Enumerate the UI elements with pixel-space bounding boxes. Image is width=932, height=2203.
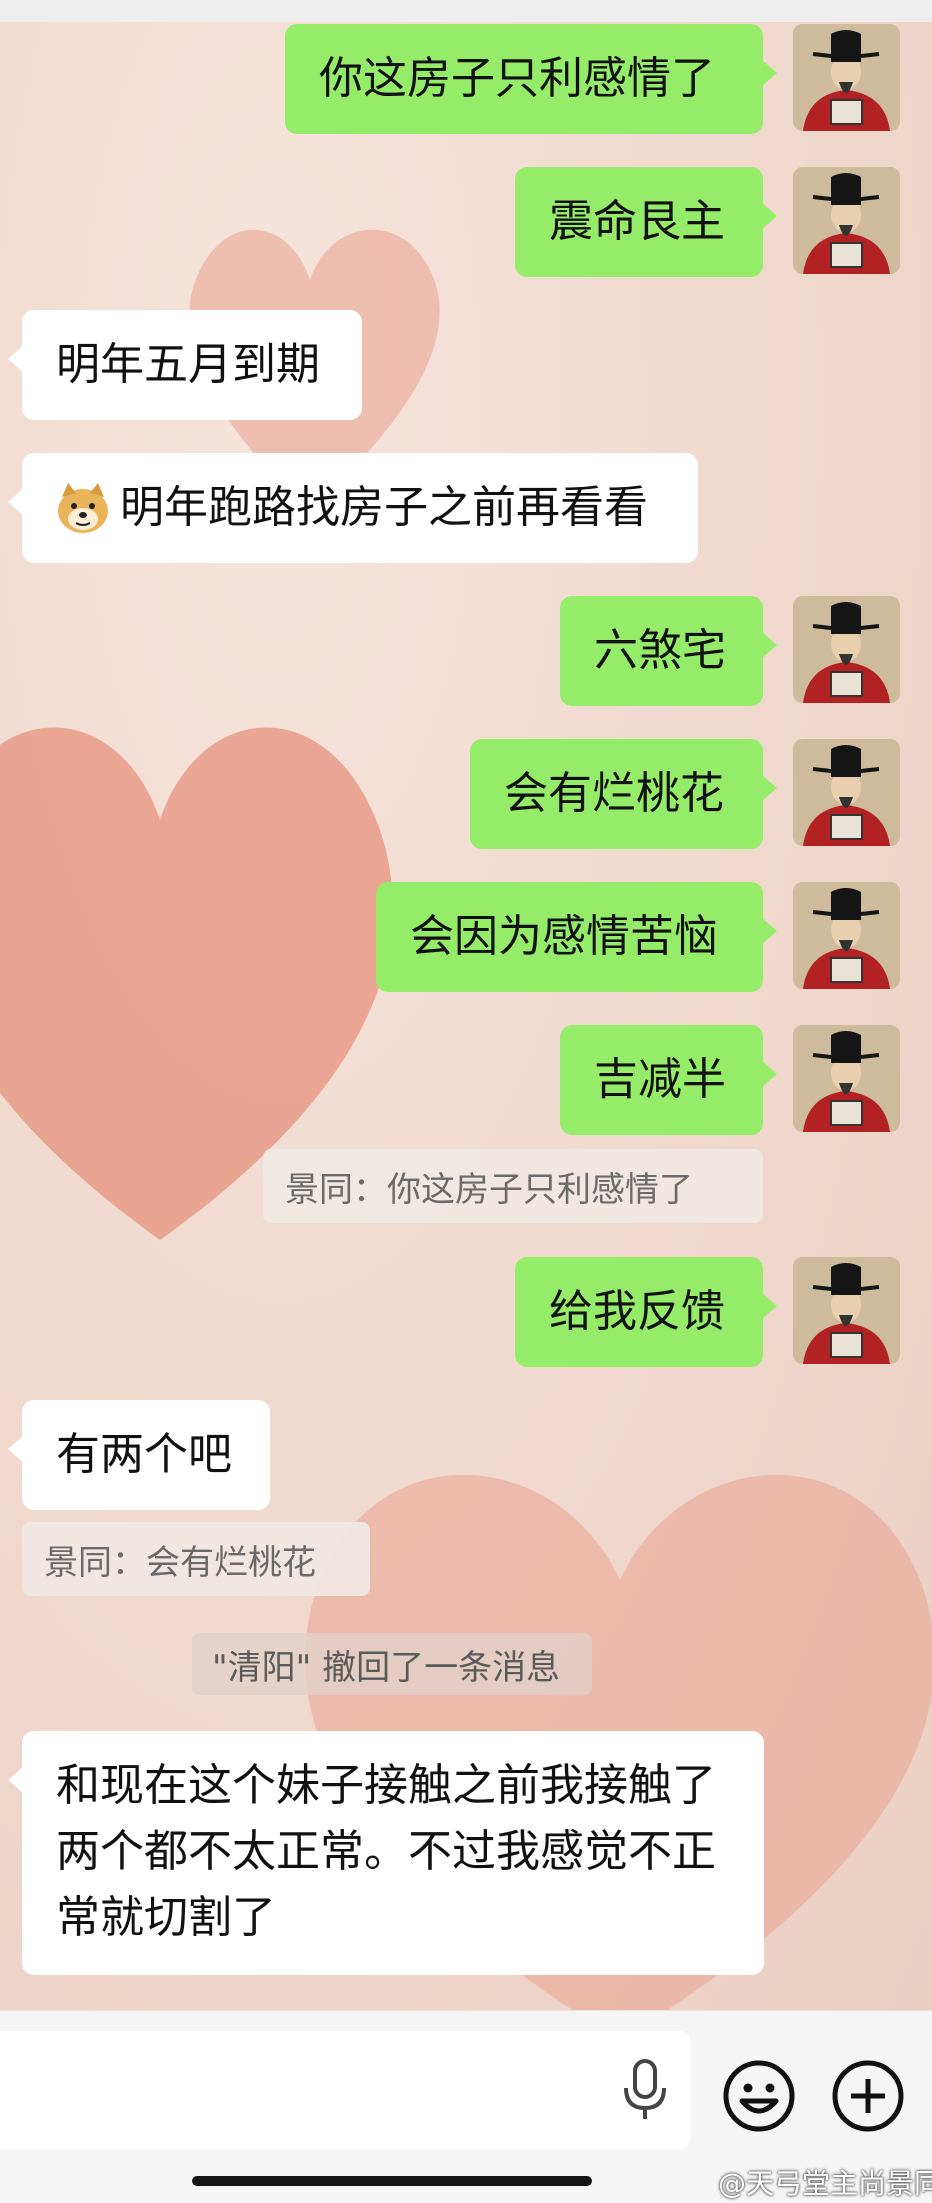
chat-background: [0, 0, 932, 2010]
message-text: 会因为感情苦恼: [410, 911, 718, 962]
avatar[interactable]: [793, 739, 900, 846]
doge-emoji-icon: [58, 483, 108, 533]
message-bubble-incoming[interactable]: 和现在这个妹子接触之前我接触了两个都不太正常。不过我感觉不正常就切割了: [8, 1731, 764, 1975]
plus-circle-icon[interactable]: [831, 2059, 905, 2133]
portrait-icon: [793, 167, 900, 274]
quote-text: 景同：你这房子只利感情了: [285, 1169, 693, 1210]
message-bubble-outgoing[interactable]: 震命艮主: [515, 167, 777, 277]
home-indicator[interactable]: [192, 2176, 592, 2186]
avatar[interactable]: [793, 167, 900, 274]
message-text: 和现在这个妹子接触之前我接触了两个都不太正常。不过我感觉不正常就切割了: [56, 1760, 716, 1943]
message-bubble-incoming[interactable]: 有两个吧: [8, 1400, 270, 1510]
message-bubble-outgoing[interactable]: 你这房子只利感情了: [285, 24, 777, 134]
message-text: 有两个吧: [56, 1429, 232, 1480]
portrait-icon: [793, 596, 900, 703]
avatar[interactable]: [793, 24, 900, 131]
avatar[interactable]: [793, 1257, 900, 1364]
smiley-face-icon[interactable]: [722, 2059, 796, 2133]
message-bubble-outgoing[interactable]: 六煞宅: [560, 596, 777, 706]
portrait-icon: [793, 24, 900, 131]
message-text: 明年跑路找房子之前再看看: [120, 482, 648, 533]
recall-notice: "清阳" 撤回了一条消息: [192, 1633, 592, 1695]
message-bubble-outgoing[interactable]: 给我反馈: [515, 1257, 777, 1367]
message-text: 吉减半: [594, 1054, 726, 1105]
quoted-message[interactable]: 景同：你这房子只利感情了: [263, 1149, 763, 1223]
avatar[interactable]: [793, 1025, 900, 1132]
avatar[interactable]: [793, 882, 900, 989]
message-bubble-outgoing[interactable]: 会因为感情苦恼: [376, 882, 777, 992]
message-bubble-outgoing[interactable]: 会有烂桃花: [470, 739, 777, 849]
watermark: @天弓堂主尚景同: [718, 2167, 932, 2200]
message-text: 六煞宅: [594, 625, 726, 676]
message-text: 会有烂桃花: [504, 768, 724, 819]
message-bubble-incoming[interactable]: 明年五月到期: [8, 310, 362, 420]
message-bubble-incoming[interactable]: 明年跑路找房子之前再看看: [8, 453, 698, 563]
quote-text: 景同：会有烂桃花: [44, 1542, 316, 1583]
quoted-message[interactable]: 景同：会有烂桃花: [22, 1522, 370, 1596]
portrait-icon: [793, 739, 900, 846]
portrait-icon: [793, 1025, 900, 1132]
microphone-icon[interactable]: [620, 2058, 670, 2122]
message-input[interactable]: [0, 2031, 690, 2149]
message-text: 明年五月到期: [56, 339, 320, 390]
message-text: 给我反馈: [549, 1286, 725, 1337]
message-text: 震命艮主: [549, 196, 725, 247]
avatar[interactable]: [793, 596, 900, 703]
message-bubble-outgoing[interactable]: 吉减半: [560, 1025, 777, 1135]
message-text: 你这房子只利感情了: [319, 53, 715, 104]
status-strip: [0, 0, 932, 22]
portrait-icon: [793, 1257, 900, 1364]
portrait-icon: [793, 882, 900, 989]
system-text: "清阳" 撤回了一条消息: [212, 1647, 561, 1688]
